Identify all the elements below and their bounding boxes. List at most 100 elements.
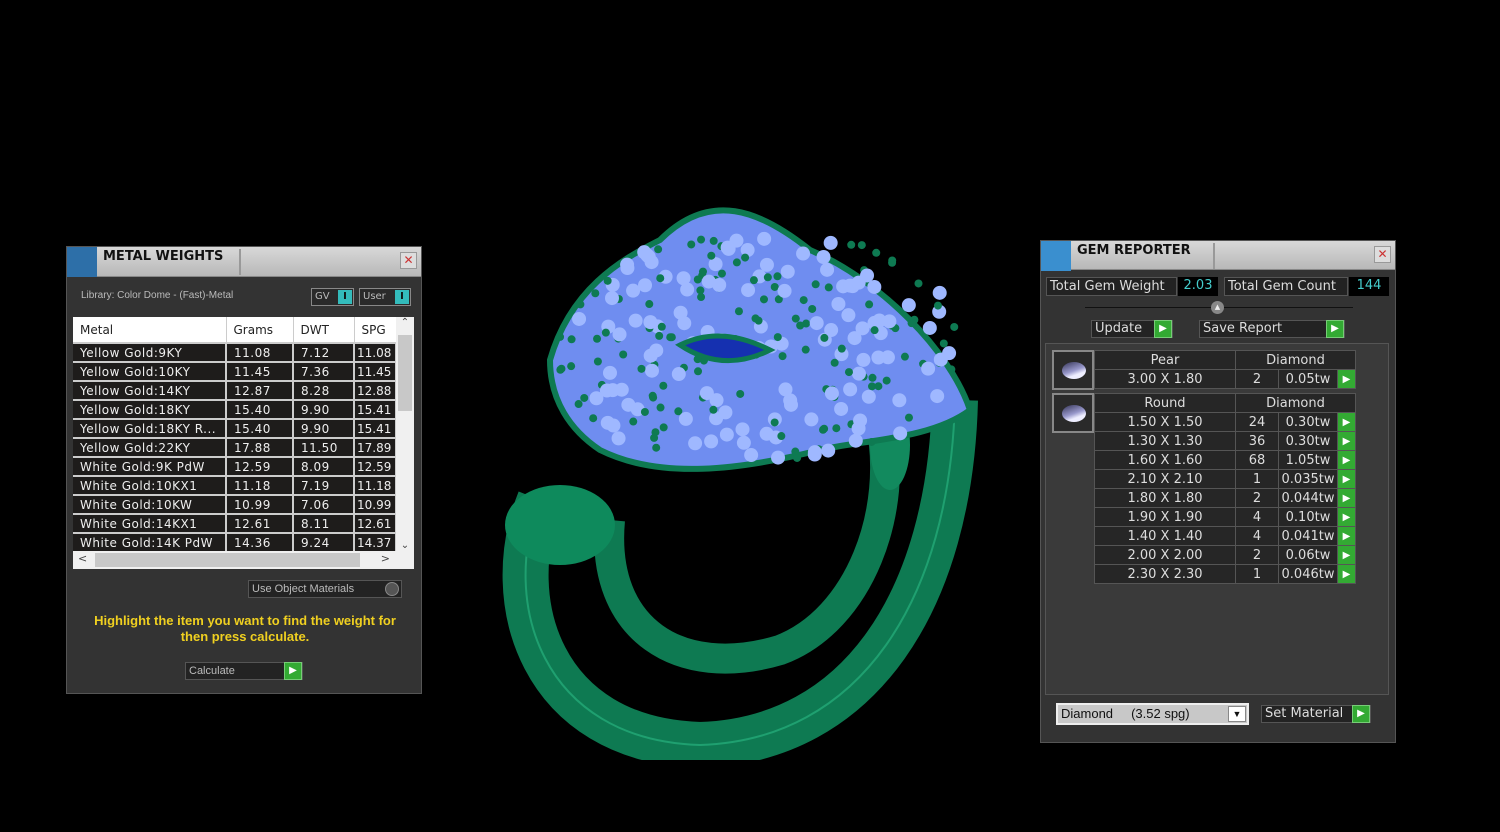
gem-row[interactable]: 1.90 X 1.90 4 0.10tw ▶ xyxy=(1094,507,1356,527)
gem-row[interactable]: 3.00 X 1.80 2 0.05tw ▶ xyxy=(1094,369,1356,389)
pave-stone xyxy=(644,363,659,378)
pave-stone xyxy=(932,285,947,300)
spg-cell: 17.89 xyxy=(354,437,397,458)
pave-stone xyxy=(732,258,741,267)
gem-shape: Round xyxy=(1094,393,1236,413)
column-header-grams[interactable]: Grams xyxy=(226,317,294,343)
calculate-button[interactable]: Calculate ▶ xyxy=(185,662,303,680)
pave-stone xyxy=(930,389,945,404)
gem-row[interactable]: 2.30 X 2.30 1 0.046tw ▶ xyxy=(1094,564,1356,584)
material-select[interactable]: Diamond (3.52 spg) ▼ xyxy=(1056,703,1249,725)
gem-count: 36 xyxy=(1235,431,1279,451)
gem-weight: 0.041tw xyxy=(1278,526,1338,546)
gem-group-table: Pear Diamond 3.00 X 1.80 2 0.05tw ▶ xyxy=(1094,350,1356,389)
gem-weight: 0.30tw xyxy=(1278,412,1338,432)
pave-stone xyxy=(699,386,714,401)
gem-count: 2 xyxy=(1235,488,1279,508)
table-row[interactable]: Yellow Gold:14KY 12.87 8.28 12.88 xyxy=(73,380,397,401)
table-row[interactable]: White Gold:9K PdW 12.59 8.09 12.59 xyxy=(73,456,397,477)
pave-stone xyxy=(655,331,664,340)
table-row[interactable]: White Gold:10KX1 11.18 7.19 11.18 xyxy=(73,475,397,496)
user-toggle[interactable]: User I xyxy=(359,288,411,306)
spg-cell: 12.61 xyxy=(354,513,397,534)
pave-stone xyxy=(629,417,638,426)
hint-text: Highlight the item you want to find the … xyxy=(94,613,396,644)
pave-stone xyxy=(882,314,897,329)
table-row[interactable]: Yellow Gold:22KY 17.88 11.50 17.89 xyxy=(73,437,397,458)
play-icon[interactable]: ▶ xyxy=(1337,469,1356,489)
update-button[interactable]: Update ▶ xyxy=(1091,320,1173,338)
set-material-button[interactable]: Set Material ▶ xyxy=(1261,705,1371,723)
table-row[interactable]: Yellow Gold:18KY R... 15.40 9.90 15.41 xyxy=(73,418,397,439)
table-row[interactable]: Yellow Gold:10KY 11.45 7.36 11.45 xyxy=(73,361,397,382)
dwt-cell: 9.90 xyxy=(293,418,355,439)
play-icon[interactable]: ▶ xyxy=(1337,431,1356,451)
pave-stone xyxy=(847,331,862,346)
gem-row[interactable]: 2.10 X 2.10 1 0.035tw ▶ xyxy=(1094,469,1356,489)
gem-weight: 0.30tw xyxy=(1278,431,1338,451)
gem-row[interactable]: 1.60 X 1.60 68 1.05tw ▶ xyxy=(1094,450,1356,470)
scroll-left-icon[interactable]: < xyxy=(78,552,87,565)
gem-row[interactable]: 2.00 X 2.00 2 0.06tw ▶ xyxy=(1094,545,1356,565)
close-icon[interactable]: ✕ xyxy=(1374,246,1391,263)
gem-shape-icon[interactable] xyxy=(1052,350,1094,390)
chevron-down-icon[interactable]: ▼ xyxy=(1228,706,1246,722)
close-icon[interactable]: ✕ xyxy=(400,252,417,269)
table-row[interactable]: Yellow Gold:18KY 15.40 9.90 15.41 xyxy=(73,399,397,420)
pave-stone xyxy=(707,251,716,260)
pave-stone xyxy=(628,313,643,328)
play-icon[interactable]: ▶ xyxy=(1337,545,1356,565)
scroll-thumb[interactable] xyxy=(398,335,412,411)
pave-stone xyxy=(888,258,897,267)
pave-stone xyxy=(741,283,756,298)
scroll-thumb-horizontal[interactable] xyxy=(95,553,360,567)
play-icon[interactable]: ▶ xyxy=(1337,507,1356,527)
column-header-dwt[interactable]: DWT xyxy=(293,317,355,343)
play-icon[interactable]: ▶ xyxy=(1337,526,1356,546)
horizontal-scrollbar[interactable]: < > xyxy=(73,551,414,569)
column-header-metal[interactable]: Metal xyxy=(73,317,227,343)
pave-stone xyxy=(861,389,876,404)
pave-stone xyxy=(773,272,782,281)
play-icon[interactable]: ▶ xyxy=(1337,564,1356,584)
ring-3d-viewport[interactable] xyxy=(480,180,1000,760)
metal-weights-titlebar[interactable]: METAL WEIGHTS ✕ xyxy=(67,247,421,277)
pave-stone xyxy=(770,282,779,291)
play-icon[interactable]: ▶ xyxy=(1337,412,1356,432)
gem-shape-icon[interactable] xyxy=(1052,393,1094,433)
pave-stone xyxy=(589,391,604,406)
use-object-materials-toggle[interactable]: Use Object Materials xyxy=(248,580,402,598)
pave-stone xyxy=(687,240,696,249)
pave-stone xyxy=(656,274,665,283)
gv-toggle[interactable]: GV I xyxy=(311,288,354,306)
pave-stone xyxy=(709,405,718,414)
gem-row[interactable]: 1.80 X 1.80 2 0.044tw ▶ xyxy=(1094,488,1356,508)
scroll-up-icon[interactable]: ⌃ xyxy=(396,317,414,328)
gem-row[interactable]: 1.50 X 1.50 24 0.30tw ▶ xyxy=(1094,412,1356,432)
gem-reporter-titlebar[interactable]: GEM REPORTER ✕ xyxy=(1041,241,1395,271)
column-header-spg[interactable]: SPG xyxy=(354,317,397,343)
table-row[interactable]: White Gold:10KW 10.99 7.06 10.99 xyxy=(73,494,397,515)
play-icon[interactable]: ▶ xyxy=(1337,488,1356,508)
vertical-scrollbar[interactable]: ⌃ ⌄ xyxy=(396,317,414,551)
table-row[interactable]: White Gold:14K PdW 14.36 9.24 14.37 xyxy=(73,532,397,553)
save-report-button[interactable]: Save Report ▶ xyxy=(1199,320,1345,338)
panel-title: METAL WEIGHTS xyxy=(103,249,241,275)
gem-row[interactable]: 1.40 X 1.40 4 0.041tw ▶ xyxy=(1094,526,1356,546)
gem-size: 2.00 X 2.00 xyxy=(1094,545,1236,565)
panel-title: GEM REPORTER xyxy=(1077,243,1215,269)
metal-weights-panel: METAL WEIGHTS ✕ Library: Color Dome - (F… xyxy=(66,246,422,694)
scroll-right-icon[interactable]: > xyxy=(381,552,390,565)
gem-shape: Pear xyxy=(1094,350,1236,370)
gem-weight: 0.046tw xyxy=(1278,564,1338,584)
gem-row[interactable]: 1.30 X 1.30 36 0.30tw ▶ xyxy=(1094,431,1356,451)
pave-stone xyxy=(659,423,668,432)
play-icon[interactable]: ▶ xyxy=(1337,450,1356,470)
scroll-down-icon[interactable]: ⌄ xyxy=(396,540,414,551)
table-row[interactable]: White Gold:14KX1 12.61 8.11 12.61 xyxy=(73,513,397,534)
play-icon[interactable]: ▶ xyxy=(1337,369,1356,389)
spg-cell: 11.08 xyxy=(354,342,397,363)
collapse-icon[interactable]: ▲ xyxy=(1211,301,1224,314)
table-row[interactable]: Yellow Gold:9KY 11.08 7.12 11.08 xyxy=(73,342,397,363)
pave-stone xyxy=(677,316,692,331)
